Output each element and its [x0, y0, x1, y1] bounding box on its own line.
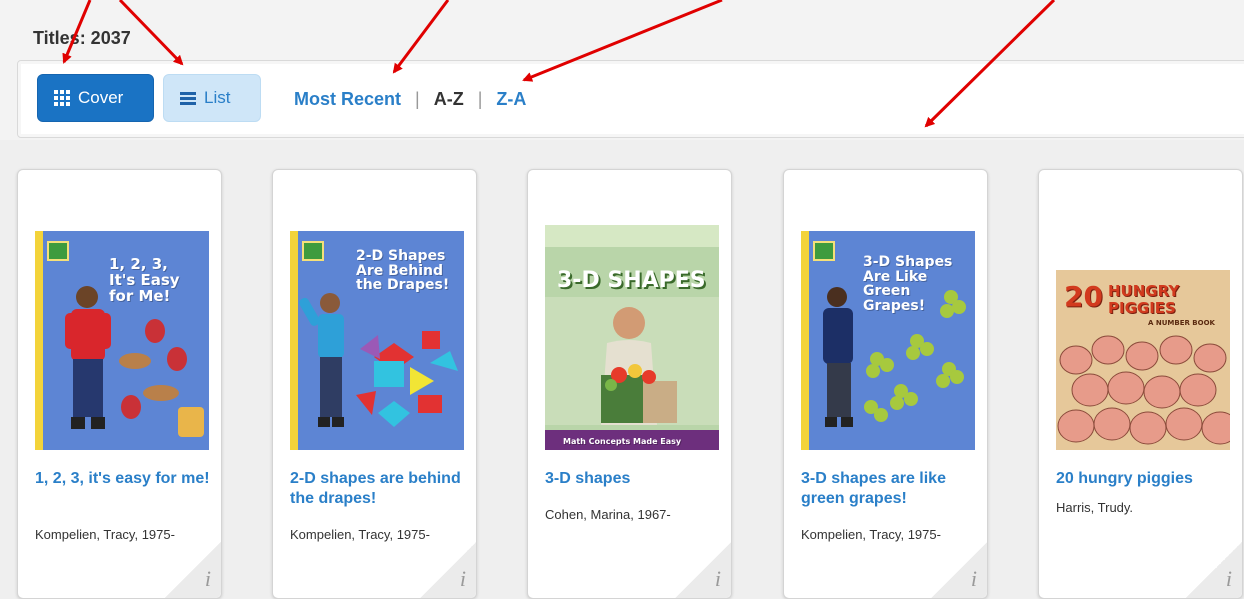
titles-count: Titles: 2037	[33, 28, 131, 48]
book-card[interactable]: 1, 2, 3, It's Easy for Me! 1, 2, 3, it's…	[17, 169, 222, 599]
grid-icon	[54, 90, 70, 106]
info-corner	[931, 542, 987, 598]
cover-illustration	[1057, 335, 1230, 445]
sort-az-link[interactable]: A-Z	[434, 89, 464, 110]
book-author: Kompelien, Tracy, 1975-	[35, 527, 175, 542]
list-view-label: List	[204, 88, 231, 107]
cover-view-button[interactable]: Cover	[37, 74, 154, 122]
cover-illustration	[299, 293, 458, 427]
book-card[interactable]: 3-D SHAPES Math Concepts Made Easy 3-D s…	[527, 169, 732, 599]
info-icon[interactable]: i	[715, 566, 721, 592]
book-cover-image[interactable]: 2-D Shapes Are Behind the Drapes!	[290, 231, 464, 450]
book-card[interactable]: 2-D Shapes Are Behind the Drapes! 2-D sh…	[272, 169, 477, 599]
book-title-link[interactable]: 3-D shapes	[545, 469, 723, 489]
info-corner	[420, 542, 476, 598]
info-icon[interactable]: i	[205, 566, 211, 592]
cover-illustration	[823, 287, 966, 427]
book-author: Kompelien, Tracy, 1975-	[801, 527, 941, 542]
sort-separator: |	[477, 89, 483, 109]
book-title-link[interactable]: 1, 2, 3, it's easy for me!	[35, 469, 213, 489]
cover-footer: Math Concepts Made Easy	[563, 436, 682, 446]
info-corner	[165, 542, 221, 598]
book-card[interactable]: 3-D Shapes Are Like Green Grapes! 3-D sh…	[783, 169, 988, 599]
book-cover-image[interactable]: 3-D SHAPES Math Concepts Made Easy	[545, 225, 719, 450]
list-view-button[interactable]: List	[163, 74, 261, 122]
book-author: Kompelien, Tracy, 1975-	[290, 527, 430, 542]
book-author: Harris, Trudy.	[1056, 500, 1134, 515]
book-cover-image[interactable]: 1, 2, 3, It's Easy for Me!	[35, 231, 209, 450]
info-corner	[675, 542, 731, 598]
book-title-link[interactable]: 20 hungry piggies	[1056, 469, 1234, 489]
book-author: Cohen, Marina, 1967-	[545, 507, 671, 522]
info-icon[interactable]: i	[460, 566, 466, 592]
sort-za-link[interactable]: Z-A	[496, 89, 526, 110]
view-sort-toolbar: Cover List Most Recent | A-Z | Z-A	[17, 60, 1244, 138]
cover-illustration	[545, 297, 719, 425]
info-corner	[1186, 542, 1242, 598]
book-title-link[interactable]: 2-D shapes are behind the drapes!	[290, 469, 468, 509]
info-icon[interactable]: i	[971, 566, 977, 592]
book-cover-image[interactable]: 20 HUNGRY PIGGIES A NUMBER BOOK	[1056, 270, 1230, 450]
cover-illustration	[65, 286, 204, 437]
book-title-link[interactable]: 3-D shapes are like green grapes!	[801, 469, 979, 509]
sort-separator: |	[415, 89, 420, 109]
sort-most-recent-link[interactable]: Most Recent	[294, 89, 401, 110]
book-card[interactable]: 20 HUNGRY PIGGIES A NUMBER BOOK 20 hungr…	[1038, 169, 1243, 599]
list-icon	[180, 91, 196, 105]
info-icon[interactable]: i	[1226, 566, 1232, 592]
sort-options: Most Recent | A-Z | Z-A	[294, 89, 526, 110]
cover-view-label: Cover	[78, 88, 124, 107]
book-cover-image[interactable]: 3-D Shapes Are Like Green Grapes!	[801, 231, 975, 450]
